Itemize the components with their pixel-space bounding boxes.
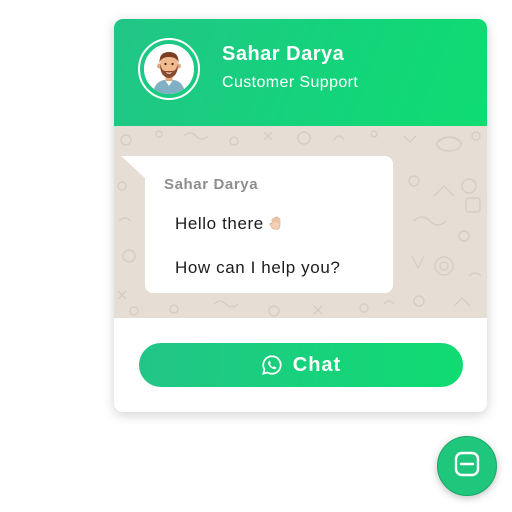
widget-header: Sahar Darya Customer Support: [114, 19, 487, 126]
message-text: Hello there: [175, 214, 264, 233]
message-line: Hello there: [175, 214, 284, 236]
message-bubble: Sahar Darya Hello there How can I help y…: [145, 156, 393, 293]
chat-button-label: Chat: [292, 353, 342, 376]
chat-widget: Sahar Darya Customer Support Sahar Darya…: [114, 19, 487, 412]
toggle-chat-button[interactable]: [437, 436, 497, 496]
bearded-man-avatar-icon: [144, 44, 194, 94]
widget-footer: Chat: [114, 318, 487, 412]
message-sender: Sahar Darya: [164, 176, 259, 193]
message-text: How can I help you?: [175, 258, 341, 277]
minimize-icon: [453, 450, 481, 483]
agent-name: Sahar Darya: [222, 43, 345, 65]
chat-button[interactable]: Chat: [139, 343, 463, 387]
bubble-tail: [121, 156, 145, 178]
conversation-area: Sahar Darya Hello there How can I help y…: [114, 126, 487, 318]
agent-role: Customer Support: [222, 74, 359, 91]
avatar: [138, 38, 200, 100]
whatsapp-icon: [261, 354, 283, 376]
waving-hand-icon: [268, 215, 284, 236]
